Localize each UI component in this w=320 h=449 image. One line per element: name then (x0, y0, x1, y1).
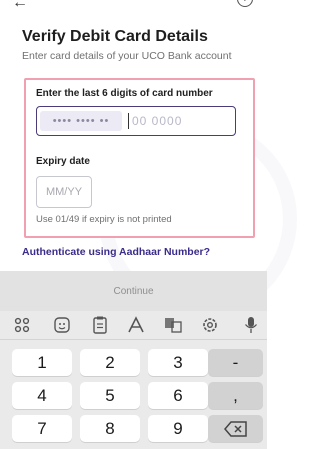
top-bar: ← ? (0, 0, 267, 20)
mic-icon[interactable] (240, 315, 262, 335)
grid-icon[interactable] (11, 315, 33, 335)
numeric-keyboard: 1 2 3 - 4 5 6 , 7 8 9 (0, 311, 267, 449)
card-number-field[interactable]: •••• •••• •• (36, 106, 236, 136)
card-details-panel: Enter the last 6 digits of card number •… (24, 78, 255, 238)
help-icon[interactable]: ? (237, 0, 253, 7)
expiry-hint: Use 01/49 if expiry is not printed (36, 214, 172, 225)
text-style-icon[interactable] (125, 315, 147, 335)
backspace-key[interactable] (208, 415, 263, 442)
keyboard-toolbar (0, 311, 267, 339)
translate-icon[interactable] (162, 315, 184, 335)
expiry-date-label: Expiry date (36, 156, 90, 167)
page-title: Verify Debit Card Details (22, 28, 208, 45)
key-8[interactable]: 8 (80, 415, 140, 442)
continue-button[interactable]: Continue (0, 271, 267, 311)
key-3[interactable]: 3 (148, 349, 208, 376)
key-7[interactable]: 7 (12, 415, 72, 442)
back-arrow-icon[interactable]: ← (12, 0, 28, 12)
key-6[interactable]: 6 (148, 382, 208, 409)
key-minus[interactable]: - (208, 349, 263, 376)
key-9[interactable]: 9 (148, 415, 208, 442)
keyboard-divider (0, 339, 267, 340)
page-subtitle: Enter card details of your UCO Bank acco… (22, 50, 232, 62)
key-2[interactable]: 2 (80, 349, 140, 376)
key-4[interactable]: 4 (12, 382, 72, 409)
expiry-date-input[interactable] (36, 176, 92, 208)
clipboard-icon[interactable] (89, 315, 111, 335)
sticker-icon[interactable] (51, 315, 73, 335)
key-5[interactable]: 5 (80, 382, 140, 409)
key-1[interactable]: 1 (12, 349, 72, 376)
key-comma[interactable]: , (208, 382, 263, 409)
card-last-digits-input[interactable] (132, 111, 222, 131)
aadhaar-auth-link[interactable]: Authenticate using Aadhaar Number? (22, 246, 210, 258)
settings-icon[interactable] (199, 315, 221, 335)
card-number-label: Enter the last 6 digits of card number (36, 88, 213, 99)
text-cursor (128, 113, 129, 129)
masked-card-prefix: •••• •••• •• (40, 111, 122, 131)
backspace-icon (223, 421, 247, 437)
